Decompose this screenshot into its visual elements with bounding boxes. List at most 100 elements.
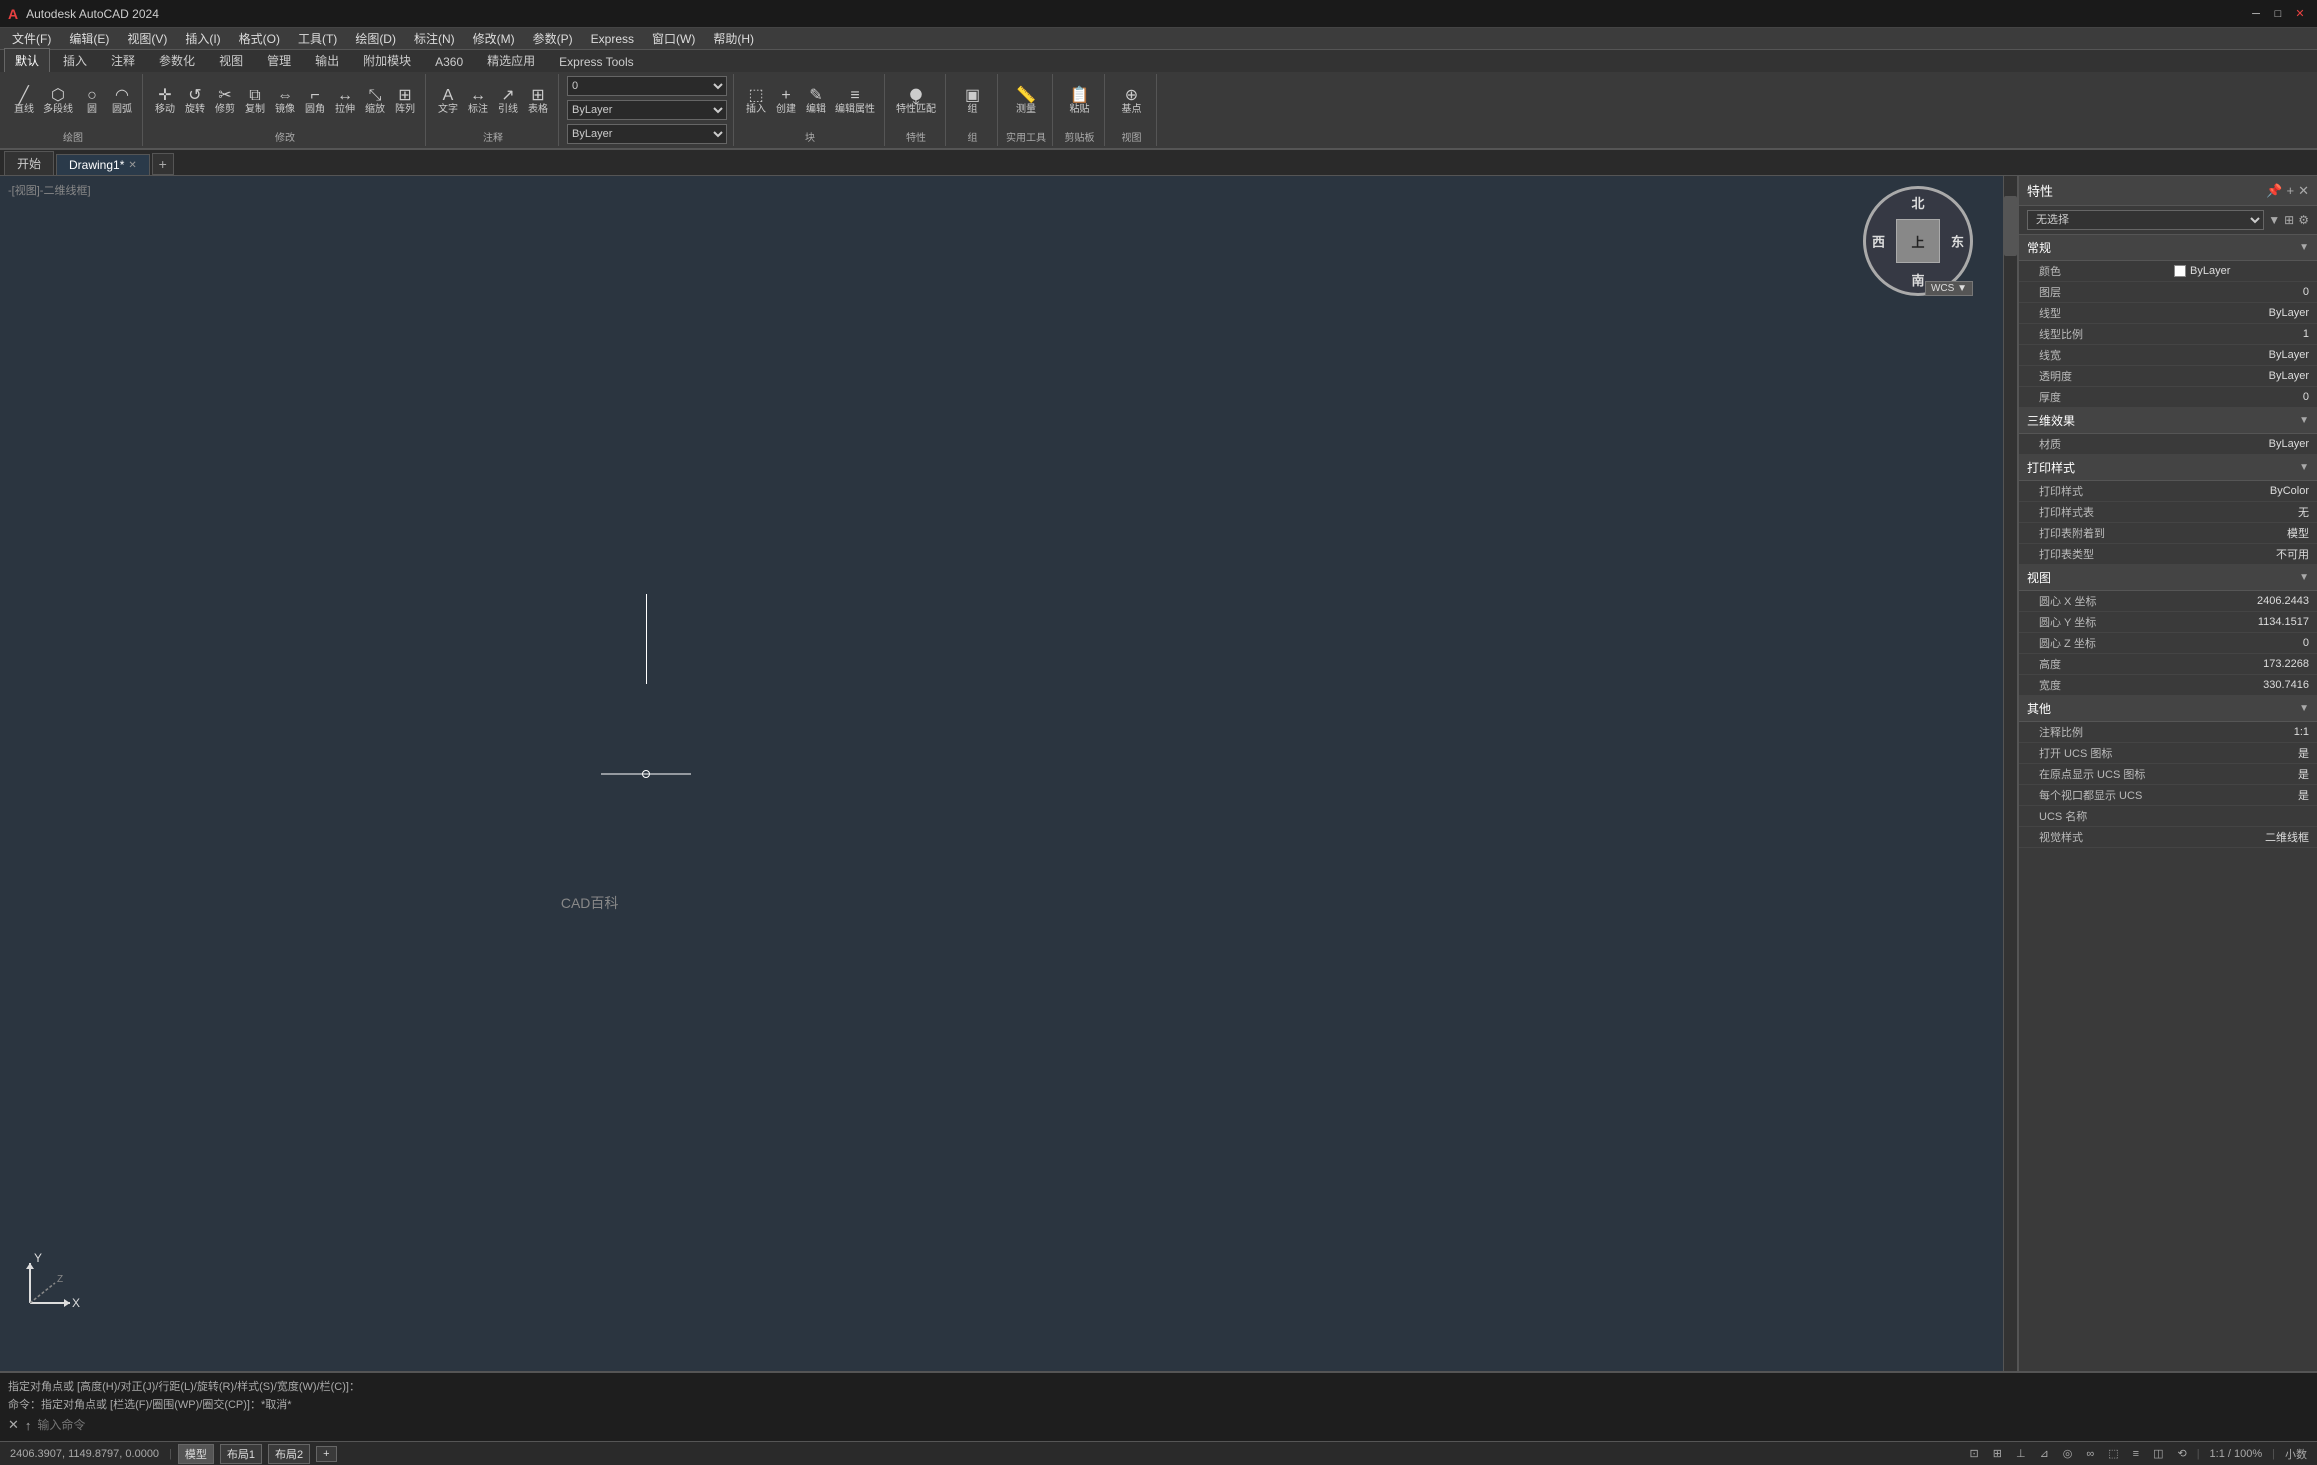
- snap-icon[interactable]: ⊡: [1966, 1447, 1983, 1460]
- modify-mirror-button[interactable]: ⇔镜像: [271, 76, 299, 127]
- section-print-header[interactable]: 打印样式 ▼: [2019, 455, 2317, 481]
- annotate-table-button[interactable]: ⊞表格: [524, 76, 552, 127]
- canvas-area[interactable]: -[视图]-二维线框] X Y Z CAD百科 北 南: [0, 176, 2003, 1371]
- wcs-button[interactable]: WCS ▼: [1925, 281, 1973, 296]
- osnap-icon[interactable]: ◎: [2059, 1447, 2077, 1460]
- menu-help[interactable]: 帮助(H): [705, 28, 762, 49]
- tab-close-icon[interactable]: ✕: [128, 160, 136, 171]
- tab-annotate[interactable]: 注释: [100, 48, 146, 72]
- modify-copy-button[interactable]: ⧉复制: [241, 76, 269, 127]
- dynin-icon[interactable]: ⬚: [2104, 1447, 2122, 1460]
- section-view-header[interactable]: 视图 ▼: [2019, 565, 2317, 591]
- compass-circle: 北 南 东 西 上: [1863, 186, 1973, 296]
- menu-dimension[interactable]: 标注(N): [406, 28, 463, 49]
- modify-fillet-button[interactable]: ⌐圆角: [301, 76, 329, 127]
- props-toggle-icon[interactable]: ⊞: [2284, 213, 2294, 227]
- selcycle-icon[interactable]: ⟲: [2173, 1447, 2190, 1460]
- matchprop-button[interactable]: ⧭特性匹配: [893, 76, 939, 127]
- tab-param[interactable]: 参数化: [148, 48, 206, 72]
- no-selection-dropdown[interactable]: 无选择: [2027, 210, 2264, 230]
- model-tab-button[interactable]: 模型: [178, 1444, 214, 1464]
- tab-view[interactable]: 视图: [208, 48, 254, 72]
- minimize-button[interactable]: ─: [2247, 5, 2265, 23]
- group-button[interactable]: ▣组: [959, 76, 987, 127]
- section-general-header[interactable]: 常规 ▼: [2019, 235, 2317, 261]
- ortho-icon[interactable]: ⊥: [2012, 1447, 2030, 1460]
- draw-line-button[interactable]: ╱直线: [10, 76, 38, 127]
- otrack-icon[interactable]: ∞: [2082, 1448, 2098, 1460]
- layout2-tab-button[interactable]: 布局2: [268, 1444, 310, 1464]
- menu-format[interactable]: 格式(O): [231, 28, 288, 49]
- menu-edit[interactable]: 编辑(E): [61, 28, 117, 49]
- layer-dropdown[interactable]: 0: [567, 76, 727, 96]
- menu-view[interactable]: 视图(V): [119, 28, 175, 49]
- menu-param[interactable]: 参数(P): [525, 28, 581, 49]
- annotate-dim-button[interactable]: ↔标注: [464, 76, 492, 127]
- section-misc-label: 其他: [2027, 700, 2051, 717]
- block-insert-button[interactable]: ⬚插入: [742, 76, 770, 127]
- tab-insert[interactable]: 插入: [52, 48, 98, 72]
- cmd-close-icon[interactable]: ✕: [8, 1417, 19, 1433]
- basepoint-button[interactable]: ⊕基点: [1118, 76, 1146, 127]
- color-dropdown[interactable]: ByLayer: [567, 100, 727, 120]
- props-pin-icon[interactable]: 📌: [2266, 183, 2282, 199]
- layout1-tab-button[interactable]: 布局1: [220, 1444, 262, 1464]
- draw-polyline-button[interactable]: ⬡多段线: [40, 76, 76, 127]
- paste-button[interactable]: 📋粘贴: [1066, 76, 1094, 127]
- linetype-dropdown[interactable]: ByLayer: [567, 124, 727, 144]
- block-edit-button[interactable]: ✎编辑: [802, 76, 830, 127]
- section-general-label: 常规: [2027, 239, 2051, 256]
- section-3d-header[interactable]: 三维效果 ▼: [2019, 408, 2317, 434]
- annotate-leader-button[interactable]: ↗引线: [494, 76, 522, 127]
- utilities-group-label: 实用工具: [1006, 127, 1046, 144]
- no-selection-row: 无选择 ▼ ⊞ ⚙: [2019, 206, 2317, 235]
- lineweight-icon[interactable]: ≡: [2129, 1448, 2143, 1460]
- tab-drawing1[interactable]: Drawing1* ✕: [56, 154, 150, 175]
- menu-file[interactable]: 文件(F): [4, 28, 59, 49]
- tab-addons[interactable]: 附加模块: [352, 48, 422, 72]
- modify-move-button[interactable]: ✛移动: [151, 76, 179, 127]
- add-layout-button[interactable]: +: [316, 1446, 336, 1462]
- draw-arc-button[interactable]: ◠圆弧: [108, 76, 136, 127]
- close-button[interactable]: ✕: [2291, 5, 2309, 23]
- props-settings-icon[interactable]: ⚙: [2298, 213, 2309, 227]
- block-editattr-button[interactable]: ≡编辑属性: [832, 76, 878, 127]
- tab-express-tools[interactable]: Express Tools: [548, 51, 644, 72]
- ribbon-group-layer: 0 ByLayer ByLayer 图层: [561, 74, 734, 146]
- measure-button[interactable]: 📏测量: [1012, 76, 1040, 127]
- modify-scale-button[interactable]: ⤡缩放: [361, 76, 389, 127]
- draw-circle-button[interactable]: ○圆: [78, 76, 106, 127]
- modify-rotate-button[interactable]: ↺旋转: [181, 76, 209, 127]
- command-input[interactable]: [37, 1418, 2309, 1432]
- grid-icon[interactable]: ⊞: [1989, 1447, 2006, 1460]
- scrollbar-thumb[interactable]: [2004, 196, 2017, 256]
- tab-start[interactable]: 开始: [4, 151, 54, 175]
- tab-default[interactable]: 默认: [4, 48, 50, 72]
- polar-icon[interactable]: ⊿: [2036, 1447, 2053, 1460]
- props-filter-icon[interactable]: ▼: [2268, 213, 2280, 227]
- tab-featured[interactable]: 精选应用: [476, 48, 546, 72]
- cmd-line2: 命令：指定对角点或 [栏选(F)/圈围(WP)/圈交(CP)]：*取消*: [8, 1395, 2309, 1413]
- tab-manage[interactable]: 管理: [256, 48, 302, 72]
- tab-a360[interactable]: A360: [424, 51, 474, 72]
- transparency-icon[interactable]: ◫: [2149, 1447, 2167, 1460]
- menu-window[interactable]: 窗口(W): [644, 28, 703, 49]
- annotate-text-button[interactable]: A文字: [434, 76, 462, 127]
- maximize-button[interactable]: □: [2269, 5, 2287, 23]
- modify-array-button[interactable]: ⊞阵列: [391, 76, 419, 127]
- section-misc-header[interactable]: 其他 ▼: [2019, 696, 2317, 722]
- menu-draw[interactable]: 绘图(D): [347, 28, 404, 49]
- block-create-button[interactable]: +创建: [772, 76, 800, 127]
- cmd-scroll-icon[interactable]: ↑: [25, 1418, 32, 1433]
- menu-modify[interactable]: 修改(M): [465, 28, 523, 49]
- menu-insert[interactable]: 插入(I): [177, 28, 228, 49]
- modify-trim-button[interactable]: ✂修剪: [211, 76, 239, 127]
- props-close-icon[interactable]: ✕: [2298, 183, 2309, 199]
- modify-stretch-button[interactable]: ↔拉伸: [331, 76, 359, 127]
- add-tab-button[interactable]: +: [152, 153, 174, 175]
- menu-tools[interactable]: 工具(T): [290, 28, 345, 49]
- tab-output[interactable]: 输出: [304, 48, 350, 72]
- props-add-icon[interactable]: +: [2287, 183, 2295, 199]
- canvas-vertical-scrollbar[interactable]: [2003, 176, 2017, 1371]
- menu-express[interactable]: Express: [583, 30, 642, 48]
